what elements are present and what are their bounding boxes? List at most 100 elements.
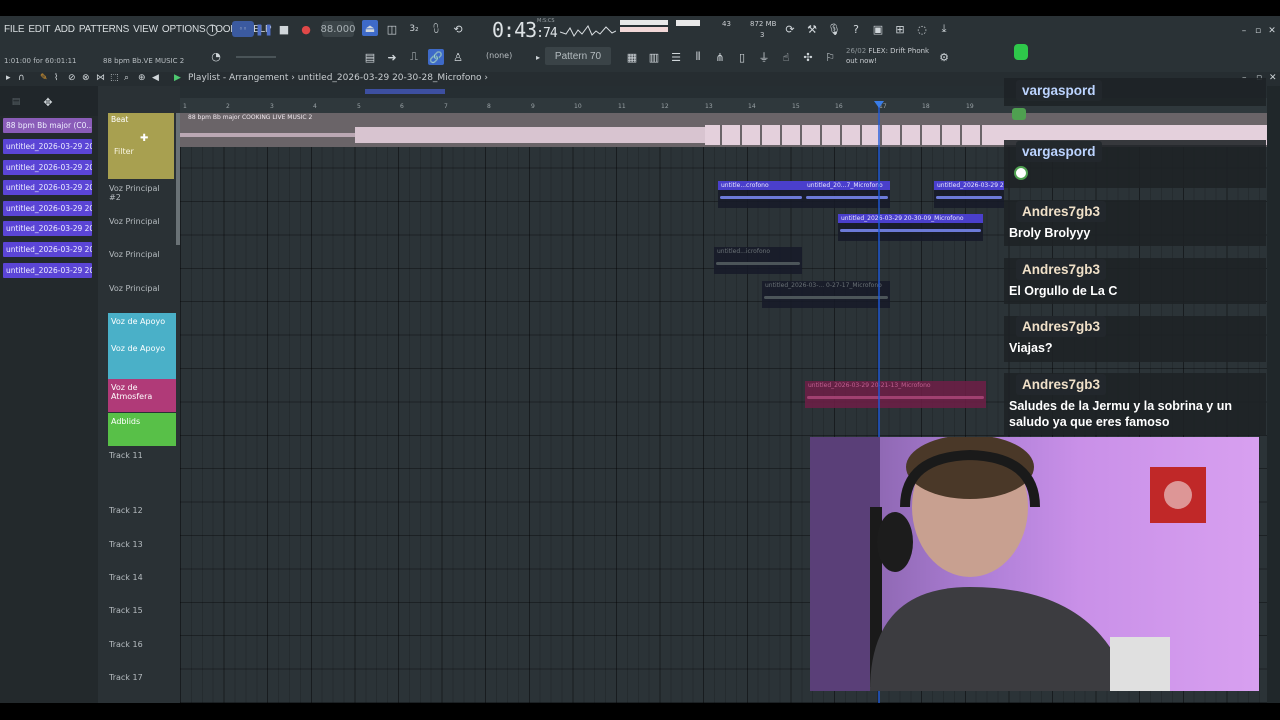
record-icon[interactable]: ● — [298, 21, 314, 37]
tempo-display[interactable]: 88.000 — [321, 21, 356, 37]
top-black-bar — [0, 0, 1280, 16]
track-header[interactable]: Track 17 — [106, 669, 174, 686]
browser-menu-icon[interactable]: ▤ — [8, 94, 24, 110]
menu-view[interactable]: VIEW — [133, 24, 158, 35]
track-header[interactable]: Track 15 — [106, 602, 174, 619]
track-header[interactable]: Track 14 — [106, 569, 174, 586]
arrow-right-icon[interactable]: ➜ — [384, 49, 400, 65]
track-header[interactable]: Voz de Apoyo Voz de Apoyo — [108, 313, 176, 379]
menu-edit[interactable]: EDIT — [28, 24, 50, 35]
project-tree-icon[interactable]: ⋔ — [712, 49, 728, 65]
browser-move-icon[interactable]: ✥ — [40, 94, 56, 110]
plugin-icon[interactable]: ⊞ — [892, 21, 908, 37]
master-volume-slider[interactable] — [236, 56, 276, 58]
refresh-icon[interactable]: ⟳ — [782, 21, 798, 37]
track-header[interactable]: Track 11 — [106, 447, 174, 464]
audio-clip-muted[interactable]: untitled_2026-03-... 0-27-17_Microfono — [762, 281, 890, 308]
speaker-icon[interactable]: ◀ — [152, 73, 159, 83]
help-icon[interactable]: ? — [848, 21, 864, 37]
touch-icon[interactable]: ☝ — [778, 49, 794, 65]
time-selection[interactable] — [365, 89, 445, 94]
song-pat-toggle-icon[interactable]: ◯ — [204, 21, 220, 37]
audio-clip[interactable]: untitled_2026-03-29 20-30-28_Microfono — [934, 181, 1004, 208]
zoom-in-icon[interactable]: ⊕ — [138, 73, 146, 83]
loop-record-icon[interactable]: ⟲ — [450, 21, 466, 37]
delete-tool-icon[interactable]: ⊗ — [82, 73, 90, 83]
browser-icon[interactable]: ▯ — [734, 49, 750, 65]
magnet-small-icon[interactable]: ∩ — [18, 73, 25, 83]
browser-clip-item[interactable]: untitled_2026-03-29 20-... — [3, 263, 92, 278]
browser-clip-item[interactable]: 88 bpm Bb major (C0... — [3, 118, 92, 133]
vertical-scrollbar[interactable] — [1267, 86, 1280, 703]
pencil-icon[interactable]: ✎ — [40, 73, 48, 83]
track-header[interactable]: Voz Principal #2 — [106, 180, 174, 206]
master-pitch-icon[interactable]: ◔ — [208, 48, 224, 64]
track-name: Track 11 — [109, 451, 143, 460]
menu-options[interactable]: OPTIONS — [162, 24, 206, 35]
tool-icon[interactable]: ✣ — [800, 49, 816, 65]
blend-notes-icon[interactable]: ⩇ — [428, 21, 444, 37]
slice-tool-icon[interactable]: ⋈ — [96, 73, 105, 83]
browser-clip-item[interactable]: untitled_2026-03-29 20-... — [3, 180, 92, 195]
globe-icon[interactable]: ⚙ — [936, 49, 952, 65]
browser-clip-item[interactable]: untitled_2026-03-29 20-... — [3, 139, 92, 154]
mixer-view-icon[interactable]: ⫴ — [690, 49, 706, 65]
audio-clip[interactable]: untitle...crofono — [718, 181, 804, 208]
menu-add[interactable]: ADD — [54, 24, 75, 35]
track-header[interactable]: Adblids — [108, 413, 176, 446]
news-panel[interactable]: 26/02 FLEX: Drift Phonk out now! — [846, 46, 929, 66]
browser-clip-item[interactable]: untitled_2026-03-29 20-... — [3, 242, 92, 257]
snap-select[interactable]: (none) — [486, 51, 512, 60]
close-icon[interactable]: ✕ — [1264, 23, 1280, 39]
stop-icon[interactable]: ■ — [276, 21, 292, 37]
channel-rack-icon[interactable]: ☰ — [668, 49, 684, 65]
audio-clip[interactable]: untitled_2026-03-29 20-30-09_Microfono — [838, 214, 983, 241]
browser-clip-item[interactable]: untitled_2026-03-29 20-... — [3, 201, 92, 216]
track-header[interactable]: Voz Principal — [106, 246, 174, 263]
menu-file[interactable]: FILE — [4, 24, 25, 35]
countdown-icon[interactable]: 3₂ — [406, 21, 422, 37]
mute-tool-icon[interactable]: ⊘ — [68, 73, 76, 83]
browser-clip-item[interactable]: untitled_2026-03-29 20-... — [3, 221, 92, 236]
track-header[interactable]: Voz Principal — [106, 280, 174, 297]
mode-song-icon[interactable]: ◦◦ — [232, 21, 254, 37]
plug-icon[interactable]: ⏚ — [756, 49, 772, 65]
track-header[interactable]: Track 12 — [106, 502, 174, 519]
link-icon[interactable]: 🔗 — [428, 49, 444, 65]
clip-waveform — [764, 296, 888, 299]
mixer-icon[interactable]: ⚒ — [804, 21, 820, 37]
select-tool-icon[interactable]: ⬚ — [110, 73, 119, 83]
metronome-icon[interactable]: ⏏ — [362, 20, 378, 36]
cart-icon[interactable]: ⚐ — [822, 49, 838, 65]
save-icon[interactable]: ▣ — [870, 21, 886, 37]
menu-patterns[interactable]: PATTERNS — [79, 24, 129, 35]
track-header[interactable]: Voz de Atmosfera — [108, 379, 176, 412]
microphone-icon[interactable]: 🎙 — [826, 21, 842, 37]
pl-close-icon[interactable]: ✕ — [1269, 73, 1277, 83]
arrow-left-icon[interactable]: ▸ — [6, 73, 11, 83]
pattern-selector[interactable]: Pattern 70 — [545, 47, 611, 65]
track-header[interactable]: Track 13 — [106, 536, 174, 553]
piano-roll-icon[interactable]: ▥ — [646, 49, 662, 65]
download-icon[interactable]: ⤓ — [936, 21, 952, 37]
chat-username: Andres7gb3 — [1016, 316, 1107, 337]
magnet-icon[interactable]: ⎍ — [406, 49, 422, 65]
add-icon[interactable]: ✚ — [140, 133, 148, 144]
audio-clip-muted[interactable]: untitled...icrofono — [714, 247, 802, 274]
track-header[interactable]: Voz Principal — [106, 213, 174, 230]
playhead-marker[interactable] — [874, 101, 884, 108]
playlist-icon[interactable]: ▦ — [624, 49, 640, 65]
track-header[interactable]: Track 16 — [106, 636, 174, 653]
chat-icon[interactable]: ◌ — [914, 21, 930, 37]
keyboard-icon[interactable]: ▤ — [362, 49, 378, 65]
clip-label: untitled_2026-03-... 0-27-17_Microfono — [765, 282, 882, 289]
stamp-icon[interactable]: ♙ — [450, 49, 466, 65]
zoom-tool-icon[interactable]: ⌕ — [124, 73, 129, 83]
audio-clip[interactable]: untitled_2026-03-29 20-21-13_Microfono — [805, 381, 986, 408]
play-icon[interactable]: ❚❚ — [255, 21, 273, 37]
wait-input-icon[interactable]: ◫ — [384, 21, 400, 37]
pattern-arrow-icon[interactable]: ▸ — [530, 49, 546, 65]
brush-icon[interactable]: ⌇ — [54, 73, 58, 83]
track-header-beat[interactable]: Beat Filter ✚ — [108, 113, 174, 179]
browser-clip-item[interactable]: untitled_2026-03-29 20-... — [3, 160, 92, 175]
